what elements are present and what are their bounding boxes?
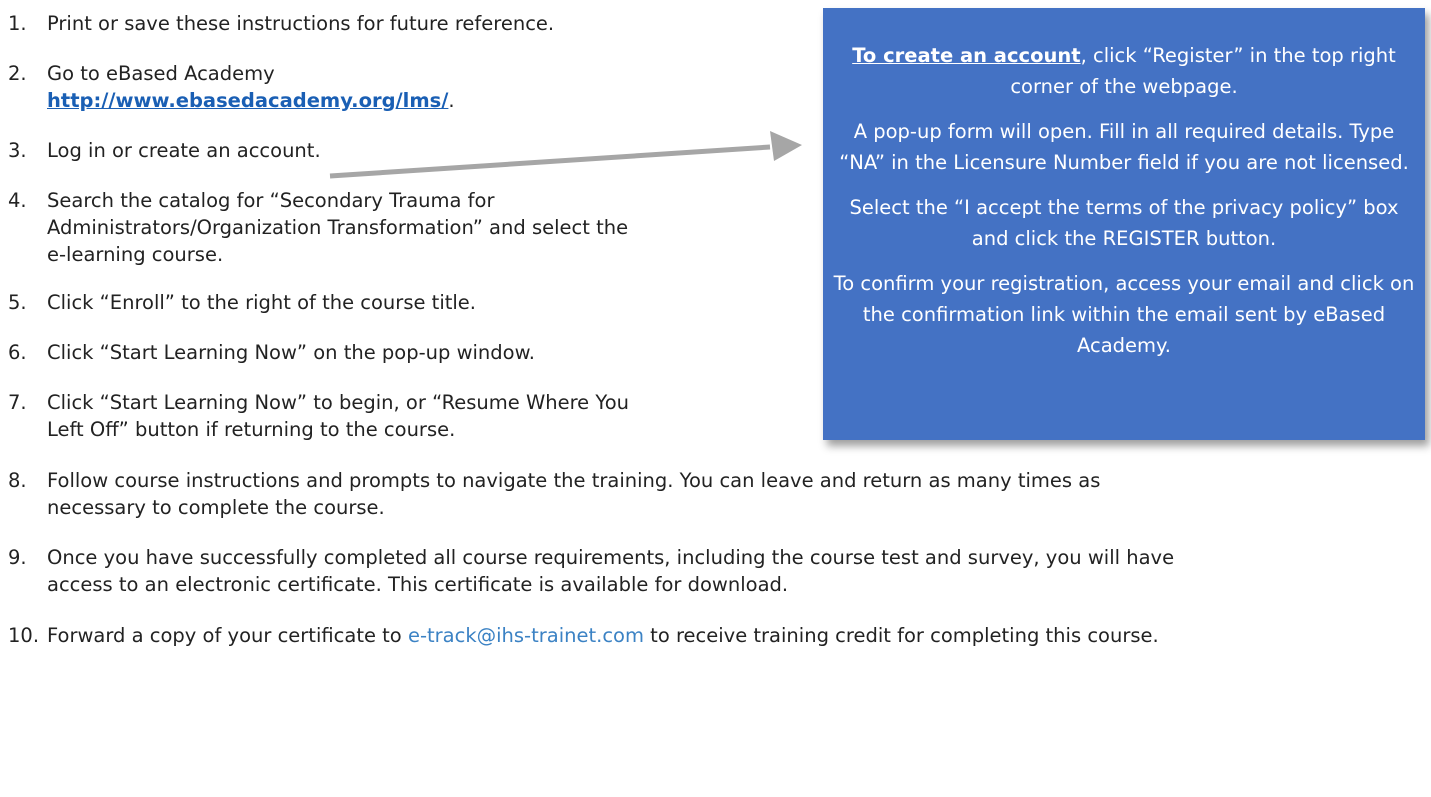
step-7: 7. Click “Start Learning Now” to begin, … <box>8 389 629 443</box>
step-text-line-1: Follow course instructions and prompts t… <box>47 469 1101 492</box>
step-2: 2. Go to eBased Academy http://www.ebase… <box>8 60 455 114</box>
step-number: 4. <box>8 189 27 212</box>
step-number: 5. <box>8 291 27 314</box>
step-text: Go to eBased Academy <box>47 62 275 85</box>
step-4: 4. Search the catalog for “Secondary Tra… <box>8 187 628 268</box>
step-text-line-2: access to an electronic certificate. Thi… <box>47 573 789 596</box>
account-instructions-callout: To create an account, click “Register” i… <box>823 8 1425 440</box>
callout-paragraph-3: Select the “I accept the terms of the pr… <box>849 196 1399 250</box>
step-text-line-1: Once you have successfully completed all… <box>47 546 1175 569</box>
step-link-line: http://www.ebasedacademy.org/lms/. <box>47 87 455 114</box>
step-text-line-2: necessary to complete the course. <box>47 496 385 519</box>
step-text: Log in or create an account. <box>47 139 321 162</box>
step-8: 8. Follow course instructions and prompt… <box>8 467 1100 521</box>
step-text: Print or save these instructions for fut… <box>47 12 555 35</box>
step-text-line-1: Search the catalog for “Secondary Trauma… <box>47 189 495 212</box>
step-1: 1. Print or save these instructions for … <box>8 10 554 37</box>
arrow-graphic <box>329 131 802 179</box>
step-text-line-1: Click “Start Learning Now” to begin, or … <box>47 391 629 414</box>
step-text-line-2: Administrators/Organization Transformati… <box>47 216 629 239</box>
step-text-line-3: e-learning course. <box>47 243 224 266</box>
callout-paragraph-1: To create an account, click “Register” i… <box>833 40 1415 102</box>
step-number: 6. <box>8 341 27 364</box>
link-period: . <box>448 89 455 112</box>
callout-lead: To create an account <box>852 44 1081 67</box>
step-text-suffix: to receive training credit for completin… <box>643 624 1159 647</box>
step-text: Forward a copy of your certificate to e-… <box>47 622 1159 649</box>
step-10: 10. Forward a copy of your certificate t… <box>8 622 1159 649</box>
callout-paragraph-4: To confirm your registration, access you… <box>833 272 1415 357</box>
step-text-prefix: Forward a copy of your certificate to <box>47 624 408 647</box>
step-text: Click “Start Learning Now” on the pop-up… <box>47 341 535 364</box>
step-text-line-2: Left Off” button if returning to the cou… <box>47 418 456 441</box>
step-number: 9. <box>8 546 27 569</box>
arrow-head <box>770 131 802 161</box>
step-number: 2. <box>8 62 27 85</box>
step-6: 6. Click “Start Learning Now” on the pop… <box>8 339 535 366</box>
callout-paragraph-2: A pop-up form will open. Fill in all req… <box>839 120 1409 174</box>
step-number: 3. <box>8 139 27 162</box>
step-text: Click “Enroll” to the right of the cours… <box>47 291 476 314</box>
step-9: 9. Once you have successfully completed … <box>8 544 1174 598</box>
ebased-academy-link[interactable]: http://www.ebasedacademy.org/lms/ <box>47 89 448 112</box>
arrow-shaft <box>329 144 771 179</box>
step-number: 1. <box>8 12 27 35</box>
email-link[interactable]: e-track@ihs-trainet.com <box>408 624 644 647</box>
step-5: 5. Click “Enroll” to the right of the co… <box>8 289 476 316</box>
step-number: 7. <box>8 391 27 414</box>
step-number: 8. <box>8 469 27 492</box>
step-3: 3. Log in or create an account. <box>8 137 321 164</box>
step-number: 10. <box>8 624 40 647</box>
